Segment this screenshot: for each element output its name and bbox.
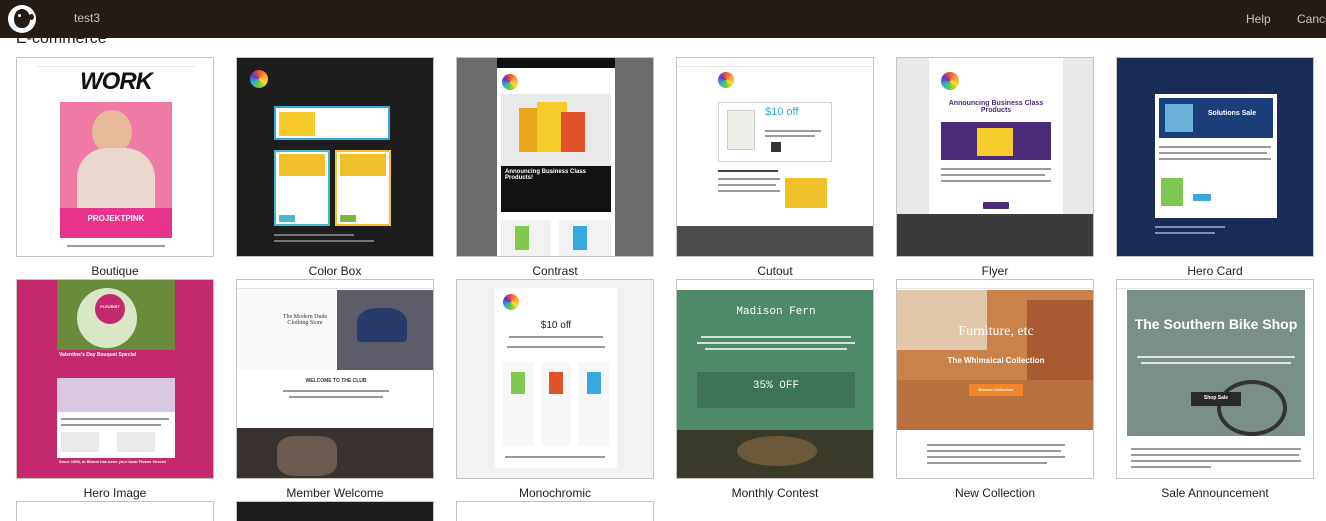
template-name: Hero Card	[1187, 264, 1243, 278]
template-card-new-collection[interactable]: Furniture, etc The Whimsical Collection …	[896, 279, 1094, 500]
template-thumbnail[interactable]: Announcing Business Class Products	[896, 57, 1094, 257]
mono-offer: $10 off	[540, 320, 572, 331]
template-card-cutout[interactable]: $10 off Cutout	[676, 57, 874, 278]
template-card-monochromic[interactable]: $10 off Monochromic	[456, 279, 654, 500]
newcoll-sub: The Whimsical Collection	[947, 356, 1045, 365]
cancel-link[interactable]: Cancel	[1297, 12, 1326, 26]
template-name: Member Welcome	[286, 486, 384, 500]
template-thumbnail[interactable]: $10 off	[456, 279, 654, 479]
heroimage-brand: FLEURIST	[100, 304, 120, 309]
sale-btn: Shop Sale	[1203, 395, 1229, 401]
contrast-headline: Announcing Business Class Products!	[505, 169, 587, 181]
template-name: New Collection	[954, 486, 1036, 500]
template-thumbnail[interactable]: Furniture, etc The Whimsical Collection …	[896, 279, 1094, 479]
template-thumbnail[interactable]: Solutions Sale	[1116, 57, 1314, 257]
cutout-offer: $10 off	[765, 106, 799, 118]
template-thumbnail[interactable]: FLEURIST Valentine's Day Bouquet Special…	[16, 279, 214, 479]
template-card-member-welcome[interactable]: The Modern Dude Clothing Store WELCOME T…	[236, 279, 434, 500]
template-name: Monochromic	[518, 486, 592, 500]
template-thumbnail[interactable]: Announcing Business Class Products!	[456, 57, 654, 257]
boutique-brand: PROJEKTPINK	[87, 214, 145, 223]
heroimage-headline: Valentine's Day Bouquet Special	[59, 352, 137, 358]
template-card-row3-3[interactable]	[456, 501, 654, 521]
template-card-row3-2[interactable]	[236, 501, 434, 521]
template-card-contrast[interactable]: Announcing Business Class Products! Cont…	[456, 57, 654, 278]
member-store: The Modern Dude Clothing Store	[282, 314, 328, 326]
template-thumbnail[interactable]	[236, 57, 434, 257]
template-thumbnail[interactable]: The Southern Bike Shop Shop Sale	[1116, 279, 1314, 479]
template-card-boutique[interactable]: WORK PROJEKTPINK Boutique	[16, 57, 214, 278]
template-name: Color Box	[308, 264, 362, 278]
template-card-sale-announcement[interactable]: The Southern Bike Shop Shop Sale Sale An…	[1116, 279, 1314, 500]
sale-title: The Southern Bike Shop	[1134, 316, 1298, 332]
boutique-logo: WORK	[80, 68, 153, 95]
flyer-headline: Announcing Business Class Products	[948, 100, 1044, 114]
template-thumbnail[interactable]: $10 off	[676, 57, 874, 257]
template-card-monthly-contest[interactable]: Madison Fern 35% OFF Monthly Contest	[676, 279, 874, 500]
template-name: Monthly Contest	[731, 486, 819, 500]
template-card-hero-card[interactable]: Solutions Sale Hero Card	[1116, 57, 1314, 278]
template-thumbnail[interactable]: WORK PROJEKTPINK	[16, 57, 214, 257]
template-name: Flyer	[981, 264, 1009, 278]
template-name: Contrast	[532, 264, 578, 278]
help-link[interactable]: Help	[1246, 12, 1271, 26]
mailchimp-logo-icon[interactable]	[8, 5, 36, 33]
template-name: Sale Announcement	[1161, 486, 1269, 500]
top-bar: test3 Help Cancel	[0, 0, 1326, 38]
newcoll-title: Furniture, etc	[958, 324, 1034, 339]
heroimage-since: Since 1995, In Bloom has been your local…	[59, 459, 167, 464]
herocard-headline: Solutions Sale	[1207, 110, 1257, 117]
template-name: Cutout	[757, 264, 793, 278]
monthly-name: Madison Fern	[736, 306, 816, 318]
template-card-flyer[interactable]: Announcing Business Class Products Flyer	[896, 57, 1094, 278]
campaign-name[interactable]: test3	[74, 11, 100, 25]
template-name: Boutique	[91, 264, 139, 278]
template-name: Hero Image	[83, 486, 147, 500]
template-card-color-box[interactable]: Color Box	[236, 57, 434, 278]
template-thumbnail[interactable]: The Modern Dude Clothing Store WELCOME T…	[236, 279, 434, 479]
template-card-hero-image[interactable]: FLEURIST Valentine's Day Bouquet Special…	[16, 279, 214, 500]
newcoll-btn: Browse Collection	[978, 387, 1014, 392]
member-welcome: WELCOME TO THE CLUB	[305, 378, 367, 384]
template-thumbnail[interactable]: Madison Fern 35% OFF	[676, 279, 874, 479]
template-card-row3-1[interactable]	[16, 501, 214, 521]
monthly-offer: 35% OFF	[752, 380, 800, 392]
